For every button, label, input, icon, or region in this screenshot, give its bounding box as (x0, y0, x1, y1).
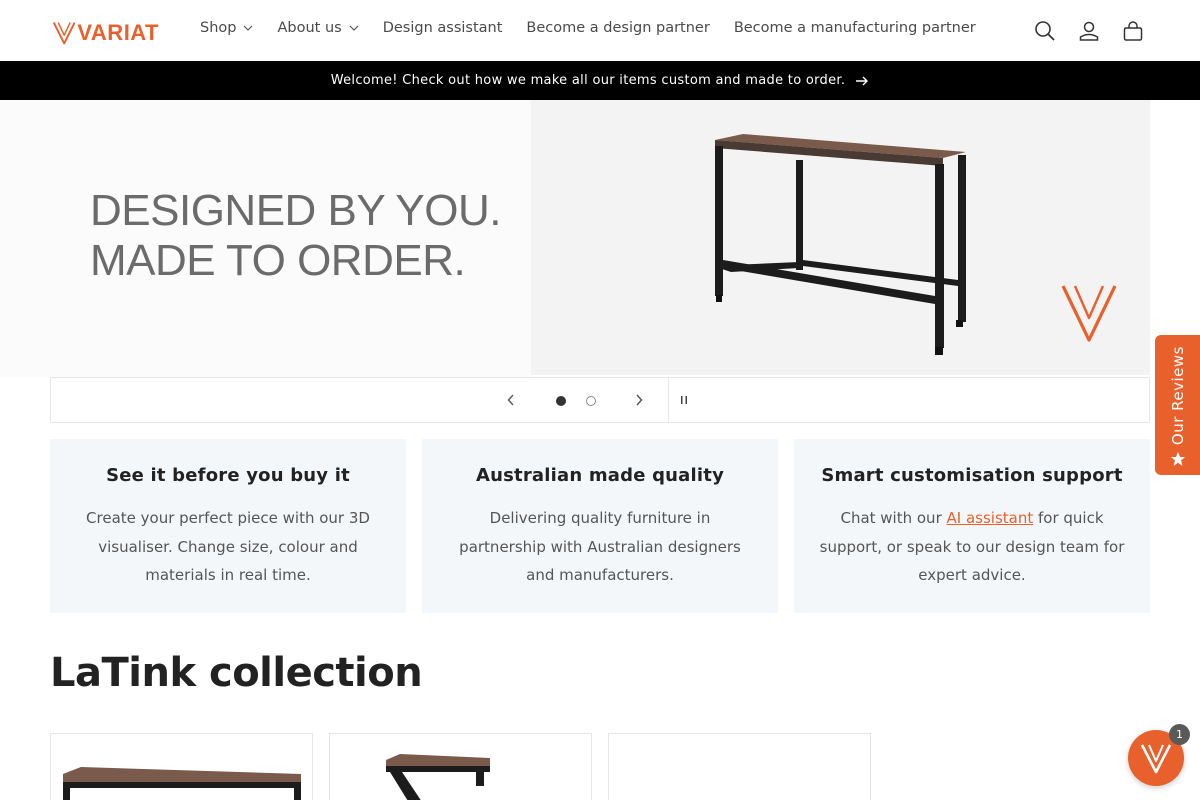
feature-card-customisation-support: Smart customisation support Chat with ou… (794, 439, 1150, 613)
pause-slideshow-button[interactable] (676, 392, 692, 408)
chevron-right-icon (636, 394, 643, 406)
slideshow-nav (51, 378, 669, 422)
feature-text: Delivering quality furniture in partners… (459, 509, 741, 584)
account-icon[interactable] (1078, 20, 1100, 42)
slide-dot-1[interactable] (556, 396, 566, 406)
header-actions (1034, 20, 1144, 42)
product-card[interactable] (329, 733, 592, 800)
search-icon[interactable] (1034, 20, 1056, 42)
slideshow-controls (50, 377, 1150, 423)
feature-title: See it before you buy it (106, 465, 350, 486)
announcement-bar[interactable]: Welcome! Check out how we make all our i… (0, 61, 1200, 100)
variat-logo-icon (53, 21, 76, 44)
nav-item-design-assistant[interactable]: Design assistant (383, 20, 503, 36)
product-card[interactable] (50, 733, 313, 800)
feature-text: Create your perfect piece with our 3D vi… (86, 509, 370, 584)
cart-icon[interactable] (1122, 20, 1144, 42)
nav-item-manufacturing-partner[interactable]: Become a manufacturing partner (734, 20, 976, 36)
ai-assistant-link[interactable]: AI assistant (947, 509, 1034, 527)
feature-title: Australian made quality (475, 465, 725, 486)
bar-table-image (715, 134, 1117, 355)
hero-headline-line-1: DESIGNED BY YOU. (90, 186, 501, 235)
site-header: VARIAT Shop About us Design assistant Be… (0, 0, 1200, 61)
reviews-tab[interactable]: Our Reviews (1155, 335, 1200, 475)
feature-title: Smart customisation support (821, 465, 1123, 486)
nav-item-label: Design assistant (382, 20, 503, 36)
main-nav: Shop About us Design assistant Become a … (200, 20, 1000, 36)
nav-item-label: Become a manufacturing partner (733, 20, 976, 36)
hero-text-panel: DESIGNED BY YOU. MADE TO ORDER. (0, 100, 531, 377)
product-image (386, 754, 490, 800)
nav-item-about-us[interactable]: About us (277, 20, 359, 36)
product-image (63, 767, 301, 800)
reviews-tab-label: Our Reviews (1168, 345, 1187, 445)
variat-v-icon (1140, 744, 1172, 774)
previous-slide-button[interactable] (503, 392, 519, 408)
nav-item-label: Shop (200, 20, 237, 36)
arrow-right-icon (856, 76, 869, 85)
nav-item-label: Become a design partner (526, 20, 710, 36)
slide-dot-2[interactable] (586, 396, 596, 406)
hero-image-panel (531, 100, 1150, 375)
hero-headline: DESIGNED BY YOU. MADE TO ORDER. (90, 186, 501, 286)
chat-notification-badge: 1 (1169, 724, 1190, 745)
nav-item-shop[interactable]: Shop (200, 20, 253, 36)
feature-card-3d-visualiser: See it before you buy it Create your per… (50, 439, 406, 613)
product-card[interactable] (608, 733, 871, 800)
feature-text: Chat with our AI assistant for quick sup… (817, 504, 1127, 590)
chevron-down-icon (349, 25, 359, 31)
nav-item-label: About us (277, 20, 342, 36)
variat-v-mark (1061, 285, 1117, 342)
hero-headline-line-2: MADE TO ORDER. (90, 236, 466, 285)
chevron-down-icon (244, 25, 253, 31)
feature-text-before: Chat with our (840, 509, 947, 527)
collection-title: LaTink collection (50, 650, 423, 696)
pause-icon (681, 396, 687, 404)
star-icon (1170, 452, 1185, 466)
feature-card-australian-made: Australian made quality Delivering quali… (422, 439, 778, 613)
announcement-text: Welcome! Check out how we make all our i… (330, 73, 846, 88)
brand-name: VARIAT (77, 19, 159, 45)
hero-slideshow: DESIGNED BY YOU. MADE TO ORDER. (0, 100, 1200, 377)
next-slide-button[interactable] (631, 392, 647, 408)
brand-logo[interactable]: VARIAT (53, 15, 159, 50)
chevron-left-icon (507, 394, 514, 406)
nav-item-design-partner[interactable]: Become a design partner (526, 20, 709, 36)
